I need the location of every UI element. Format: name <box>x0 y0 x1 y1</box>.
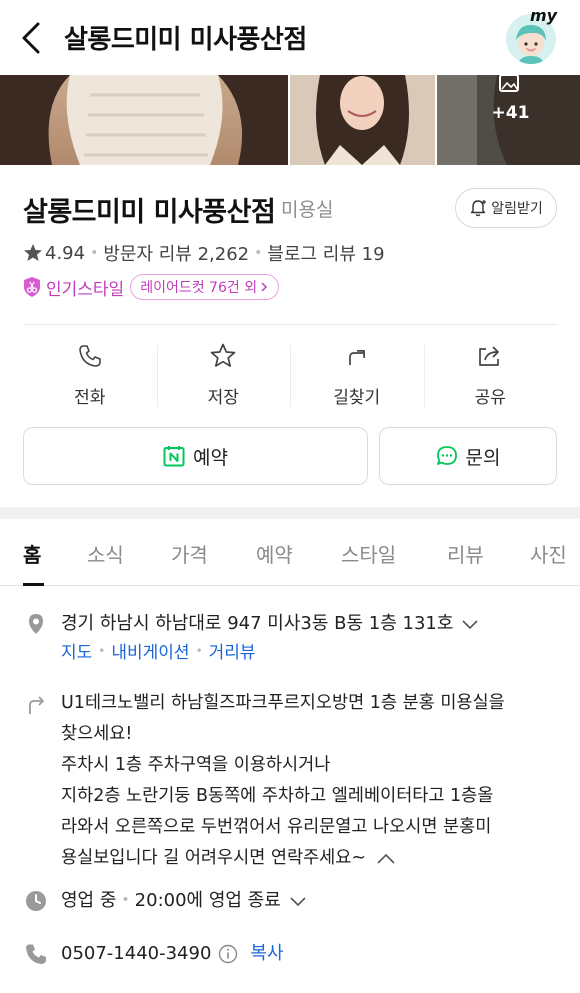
tab-home[interactable]: 홈 <box>23 539 41 568</box>
separator-dot: • <box>121 892 130 908</box>
directions-last-line: 용실보입니다 길 어려우시면 연락주세요~ <box>61 843 561 874</box>
save-button[interactable]: 저장 <box>156 341 291 411</box>
chat-bubble-icon <box>436 446 457 465</box>
directions-line: 주차시 1층 주차구역을 이용하시거나 <box>61 755 331 775</box>
chevron-down-icon <box>290 896 306 906</box>
popular-style-row[interactable]: 인기스타일 레이어드컷 76건 외 <box>23 274 280 300</box>
visitor-review-link[interactable]: 방문자 리뷰 2,262 <box>103 240 249 266</box>
popular-style-label: 인기스타일 <box>46 279 125 300</box>
popular-style-chip-text: 레이어드컷 76건 외 <box>140 280 258 296</box>
tab-photo[interactable]: 사진 <box>530 539 567 568</box>
hours-detail: 20:00에 영업 종료 <box>134 890 281 911</box>
tab-review[interactable]: 리뷰 <box>447 539 484 568</box>
tab-style[interactable]: 스타일 <box>341 539 396 568</box>
phone-number[interactable]: 0507-1440-3490 <box>61 938 211 969</box>
clock-icon <box>26 891 46 911</box>
directions-line: 찾으세요! <box>61 724 133 744</box>
chevron-right-icon <box>261 282 268 292</box>
copy-phone-button[interactable]: 복사 <box>250 938 283 969</box>
place-name: 살롱드미미 미사풍산점 <box>23 197 276 228</box>
scissors-badge-icon <box>24 277 40 297</box>
reservation-button[interactable]: 예약 <box>23 427 368 485</box>
save-label: 저장 <box>207 388 239 408</box>
tab-price[interactable]: 가격 <box>171 539 208 568</box>
action-bar: 전화 저장 길찾기 공유 <box>23 341 557 411</box>
directions-description: U1테크노밸리 하남힐즈파크푸르지오방면 1층 분홍 미용실을 찾으세요! 주차… <box>61 688 561 874</box>
share-icon <box>479 346 500 366</box>
place-category: 미용실 <box>281 199 334 221</box>
alarm-label: 알림받기 <box>491 201 543 217</box>
hours-status: 영업 중 <box>61 890 117 911</box>
review-stats: 4.94 • 방문자 리뷰 2,262 • 블로그 리뷰 19 <box>23 240 385 266</box>
call-label: 전화 <box>74 388 106 408</box>
divider <box>23 324 557 325</box>
address-links: 지도 • 내비게이션 • 거리뷰 <box>61 638 256 663</box>
rating-value: 4.94 <box>45 242 86 264</box>
phone-row: 0507-1440-3490 복사 <box>61 938 284 969</box>
location-pin-icon <box>29 614 43 634</box>
tab-bar: 홈 소식 가격 예약 스타일 리뷰 사진 <box>0 519 580 586</box>
reservation-label: 예약 <box>193 446 228 469</box>
inquiry-label: 문의 <box>465 446 501 469</box>
popular-style-chip[interactable]: 레이어드컷 76건 외 <box>130 274 280 300</box>
directions-turn-icon <box>29 696 44 714</box>
blog-review-link[interactable]: 블로그 리뷰 19 <box>267 240 384 266</box>
alarm-subscribe-button[interactable]: 알림받기 <box>455 188 557 228</box>
directions-line: 라와서 오른쪽으로 두번꺾어서 유리문열고 나오시면 분홍미 <box>61 817 492 837</box>
separator-dot: • <box>195 643 203 658</box>
directions-line: 지하2층 노란기둥 B동쪽에 주차하고 엘레베이터타고 1층올 <box>61 786 494 806</box>
separator-dot: • <box>90 245 99 261</box>
directions-button[interactable]: 길찾기 <box>290 341 424 411</box>
address-row[interactable]: 경기 하남시 하남대로 947 미사3동 B동 1층 131호 <box>61 608 479 639</box>
separator-dot: • <box>254 245 263 261</box>
street-view-link[interactable]: 거리뷰 <box>209 638 256 663</box>
business-hours-row[interactable]: 영업 중 • 20:00에 영업 종료 <box>61 885 307 916</box>
map-link[interactable]: 지도 <box>61 638 92 663</box>
top-bar: 살롱드미미 미사풍산점 my <box>0 0 580 75</box>
back-button[interactable] <box>18 20 48 56</box>
share-label: 공유 <box>474 388 506 408</box>
inquiry-button[interactable]: 문의 <box>379 427 557 485</box>
bell-plus-icon <box>471 200 487 217</box>
address-text: 경기 하남시 하남대로 947 미사3동 B동 1층 131호 <box>61 613 454 634</box>
photo-gallery[interactable]: +41 <box>0 75 580 165</box>
active-tab-indicator <box>23 583 44 586</box>
star-filled-icon <box>24 244 42 261</box>
tab-news[interactable]: 소식 <box>87 539 124 568</box>
section-separator <box>0 507 580 519</box>
naver-booking-icon <box>163 446 185 467</box>
gallery-photo-1[interactable] <box>0 75 288 165</box>
my-label: my <box>530 6 558 25</box>
gallery-icon <box>498 75 519 92</box>
info-circle-icon[interactable] <box>218 944 238 964</box>
gallery-photo-2[interactable] <box>290 75 435 165</box>
separator-dot: • <box>98 643 106 658</box>
star-outline-icon <box>210 343 236 367</box>
phone-icon <box>78 345 101 367</box>
chevron-left-icon <box>22 22 40 54</box>
tab-reservation[interactable]: 예약 <box>256 539 293 568</box>
call-button[interactable]: 전화 <box>23 341 157 411</box>
chevron-up-icon[interactable] <box>376 852 396 866</box>
directions-label: 길찾기 <box>333 388 381 408</box>
page-title: 살롱드미미 미사풍산점 <box>64 25 307 55</box>
more-photos-count: +41 <box>491 103 530 123</box>
chevron-down-icon <box>462 619 478 629</box>
share-button[interactable]: 공유 <box>423 341 558 411</box>
directions-line: 용실보입니다 길 어려우시면 연락주세요~ <box>61 848 367 868</box>
directions-line: U1테크노밸리 하남힐즈파크푸르지오방면 1층 분홍 미용실을 <box>61 693 505 713</box>
navigation-link[interactable]: 내비게이션 <box>111 638 189 663</box>
phone-icon <box>26 944 46 964</box>
gallery-photo-more[interactable]: +41 <box>436 75 580 165</box>
directions-arrow-icon <box>348 350 365 365</box>
